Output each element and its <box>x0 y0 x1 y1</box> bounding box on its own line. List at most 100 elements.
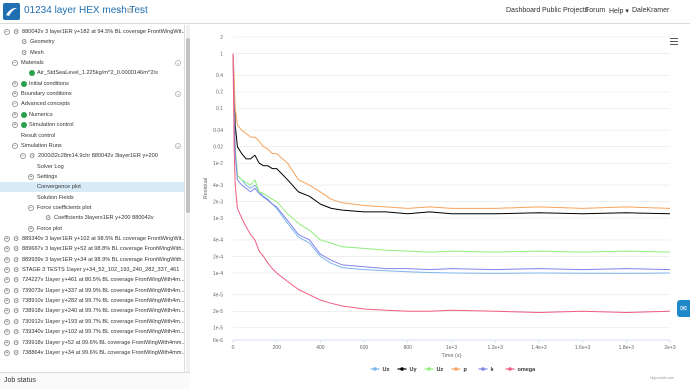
expand-icon[interactable]: + <box>4 256 10 263</box>
job-status-panel[interactable]: Job status <box>0 372 190 389</box>
tree-item[interactable]: Air_StdSeaLevel_1.225kg/m^2_0.0000146m^2… <box>0 68 184 78</box>
tree-item-label: Coefficients 3layers1ER y+200 880042v <box>54 215 154 222</box>
gear-icon: ⚙ <box>13 349 20 357</box>
nav-public-projects[interactable]: Public Projects <box>542 7 588 14</box>
tree-item[interactable]: + ⚙ 738918v 1layer y+240 at 99.7% BL cover… <box>0 306 184 316</box>
tree-item[interactable]: Convergence plot <box>0 182 184 193</box>
expand-icon[interactable]: + <box>28 173 34 180</box>
tree-item[interactable]: ⚙ Coefficients 3layers1ER y+200 880042v <box>0 213 184 223</box>
legend-item-p[interactable]: p <box>464 367 468 373</box>
tree-item[interactable]: ⚙ Geometry <box>0 37 184 47</box>
legend-item-omega[interactable]: omega <box>518 367 537 373</box>
expand-icon[interactable]: + <box>4 318 10 325</box>
expand-icon[interactable]: + <box>12 91 18 98</box>
legend-item-Ux[interactable]: Ux <box>383 367 391 373</box>
collapse-icon[interactable]: − <box>28 204 34 211</box>
tree-item[interactable]: Result control <box>0 131 184 141</box>
tree-item[interactable]: + ⚙ STAGE 3 TESTS 1layer y+34_52_102_193_2… <box>0 265 184 275</box>
x-axis-title: Time (s) <box>442 353 462 359</box>
copy-icon[interactable]: ⧉ <box>127 6 133 16</box>
add-item-icon[interactable]: + <box>175 142 181 149</box>
legend-item-Uy[interactable]: Uy <box>410 367 418 373</box>
tree-item[interactable]: + Simulation control <box>0 120 184 130</box>
collapse-icon[interactable]: − <box>20 153 26 160</box>
tree-item-label: 738864v 1layer y+34 at 99.6% BL coverage… <box>22 349 185 356</box>
nav-help[interactable]: Help ▾ <box>609 7 629 15</box>
collapse-icon[interactable]: − <box>4 29 10 35</box>
legend-marker-k <box>481 367 485 371</box>
collapse-icon[interactable]: − <box>12 101 18 108</box>
collapse-icon[interactable]: − <box>12 142 18 149</box>
expand-icon[interactable]: + <box>4 298 10 305</box>
chat-button[interactable]: ✉ <box>677 300 690 317</box>
tree-item[interactable]: + ⚙ 739073v 1layer y+337 at 99.9% BL cover… <box>0 286 184 296</box>
expand-icon[interactable]: + <box>4 267 10 274</box>
collapse-icon[interactable]: − <box>12 60 18 67</box>
legend-item-Uz[interactable]: Uz <box>437 367 444 373</box>
tree-item[interactable]: + Numerics <box>0 110 184 120</box>
more-icon[interactable]: ⋮ <box>137 6 145 15</box>
x-tick-label: 400 <box>316 345 325 351</box>
tree-item[interactable]: + ⚙ 724227v 1layer y+461 at 80.5% BL cover… <box>0 275 184 285</box>
tree-item[interactable]: + Boundary conditions + <box>0 89 184 99</box>
tree-item[interactable]: ⚙ Mesh <box>0 48 184 58</box>
expand-icon[interactable]: + <box>4 329 10 336</box>
tree-item[interactable]: − ⚙ 2000i32c28m14.9chr 880042v 3layer1ER y… <box>0 151 184 161</box>
tree-item[interactable]: + ⚙ 889340v 3 layer1ER y+102 at 98.5% BL c… <box>0 234 184 244</box>
tree-item[interactable]: + ⚙ 739340v 1layer y+102 at 99.7% BL cover… <box>0 327 184 337</box>
tree-item[interactable]: + Force plot <box>0 224 184 234</box>
tree-item[interactable]: + ⚙ 889667v 3 layer1ER y+52 at 98.8% BL co… <box>0 244 184 254</box>
expand-icon[interactable]: + <box>4 308 10 315</box>
chart-menu-icon[interactable] <box>670 38 678 45</box>
add-item-icon[interactable]: + <box>175 60 181 67</box>
nav-dashboard[interactable]: Dashboard <box>506 7 540 14</box>
tree-item[interactable]: + ⚙ 738910v 1layer y+282 at 99.7% BL cover… <box>0 296 184 306</box>
y-axis-title: Residual <box>203 178 209 199</box>
tree-item-label: Force coefficients plot <box>37 204 92 211</box>
expand-icon[interactable]: + <box>4 277 10 284</box>
chart-credit: Highcharts.com <box>650 376 675 380</box>
series-line-Uy <box>232 53 671 215</box>
simscale-logo-icon[interactable] <box>3 3 20 20</box>
expand-icon[interactable]: + <box>28 225 34 232</box>
tree-item[interactable]: + Settings <box>0 172 184 182</box>
tree-item-label: 730912v 1layer y+193 at 99.7% BL coverag… <box>22 318 185 325</box>
expand-icon[interactable]: + <box>4 246 10 253</box>
tree-item-label: Force plot <box>37 225 62 232</box>
expand-icon[interactable]: + <box>12 111 18 118</box>
tree-item[interactable]: + ⚙ 738864v 1layer y+34 at 99.6% BL covera… <box>0 348 185 358</box>
tree-item-label: 889939v 3 layer1ER y+34 at 98.9% BL cove… <box>22 256 185 263</box>
expand-icon[interactable]: + <box>12 122 18 129</box>
tree-item[interactable]: − Materials + <box>0 58 184 68</box>
expand-icon[interactable]: + <box>4 287 10 294</box>
y-tick-label: 2e-5 <box>213 309 223 315</box>
share-icon[interactable]: < <box>117 6 122 15</box>
tree-item-label: Geometry <box>30 39 55 46</box>
tree-item[interactable]: + Initial conditions <box>0 79 184 89</box>
tree-item[interactable]: − Simulation Runs + <box>0 141 184 151</box>
tree-item[interactable]: + ⚙ 739918v 1layer y+52 at 99.6% BL covera… <box>0 338 184 348</box>
check-icon <box>21 80 27 87</box>
tree-scrollbar-thumb[interactable] <box>186 38 190 213</box>
expand-icon[interactable]: + <box>4 236 10 242</box>
tree-item-label: Advanced concepts <box>21 101 70 108</box>
x-tick-label: 0 <box>232 345 235 351</box>
tree-item[interactable]: − Force coefficients plot <box>0 203 184 213</box>
tree-item[interactable]: Solution Fields <box>0 193 184 203</box>
expand-icon[interactable]: + <box>4 349 10 356</box>
nav-user-menu[interactable]: DaleKramer <box>632 7 669 14</box>
legend-item-k[interactable]: k <box>491 367 495 373</box>
tree-item[interactable]: − ⚙ 880042v 3 layer1ER y+182 at 94.5% BL c… <box>0 27 184 37</box>
expand-icon[interactable]: + <box>4 339 10 346</box>
nav-forum[interactable]: Forum <box>585 7 605 14</box>
add-item-icon[interactable]: + <box>175 91 181 98</box>
tree-item[interactable]: − Advanced concepts <box>0 99 184 109</box>
y-tick-label: 0.4 <box>216 73 223 79</box>
y-tick-label: 2e-4 <box>213 254 223 260</box>
tree-item[interactable]: Solver Log <box>0 162 184 172</box>
expand-icon[interactable]: + <box>12 80 18 87</box>
convergence-chart: 2 1 0.4 0.2 0.1 0.04 0.02 1e-2 4e-3 2e-3 1e-3 4e-4 2… <box>195 25 690 385</box>
tree-item[interactable]: + ⚙ 730912v 1layer y+193 at 99.7% BL cover… <box>0 317 185 327</box>
check-icon <box>21 111 27 118</box>
tree-item[interactable]: + ⚙ 889939v 3 layer1ER y+34 at 98.9% BL co… <box>0 255 185 265</box>
